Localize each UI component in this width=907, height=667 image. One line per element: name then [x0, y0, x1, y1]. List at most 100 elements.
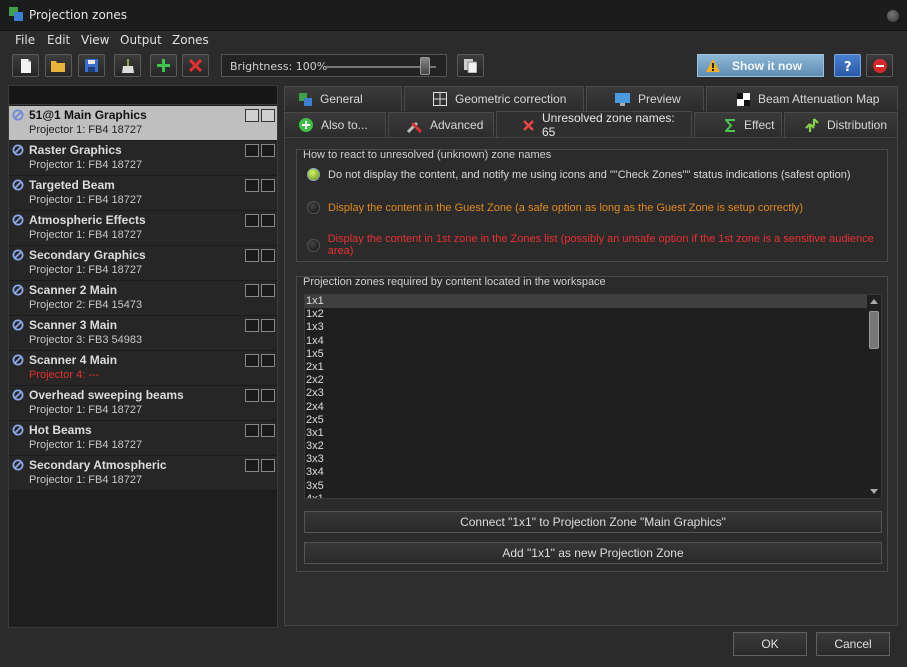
- zone-output-toggle[interactable]: [261, 144, 275, 157]
- zone-output-toggle[interactable]: [245, 179, 259, 192]
- zone-output-toggle[interactable]: [245, 354, 259, 367]
- required-zones-scrollbar[interactable]: [867, 295, 881, 498]
- zone-output-toggles: [245, 459, 275, 472]
- zone-filter-input[interactable]: [9, 86, 277, 105]
- required-zone-item[interactable]: 1x5: [305, 348, 881, 361]
- scroll-up-arrow-icon[interactable]: [870, 299, 878, 304]
- scroll-thumb[interactable]: [869, 311, 879, 349]
- required-zone-item[interactable]: 3x2: [305, 440, 881, 453]
- required-zone-item[interactable]: 2x4: [305, 401, 881, 414]
- option-do-not-display[interactable]: Do not display the content, and notify m…: [307, 168, 851, 181]
- show-it-now-button[interactable]: Show it now: [697, 54, 824, 77]
- required-zone-item[interactable]: 2x3: [305, 387, 881, 400]
- zone-output-toggle[interactable]: [245, 459, 259, 472]
- zone-list-item[interactable]: 51@1 Main Graphics Projector 1: FB4 18727: [9, 106, 277, 141]
- zone-output-toggle[interactable]: [245, 144, 259, 157]
- stop-button[interactable]: [866, 54, 893, 77]
- cancel-button[interactable]: Cancel: [816, 632, 890, 656]
- zone-disabled-icon: [12, 179, 24, 191]
- zone-output-toggle[interactable]: [261, 109, 275, 122]
- tab-advanced[interactable]: Advanced: [388, 112, 494, 137]
- save-button[interactable]: [78, 54, 105, 77]
- connect-zone-button[interactable]: Connect "1x1" to Projection Zone "Main G…: [304, 511, 882, 533]
- zone-list-item[interactable]: Raster Graphics Projector 1: FB4 18727: [9, 141, 277, 176]
- zone-list-item[interactable]: Scanner 2 Main Projector 2: FB4 15473: [9, 281, 277, 316]
- help-button[interactable]: ?: [834, 54, 861, 77]
- required-zone-item[interactable]: 4x1: [305, 493, 881, 498]
- required-zone-item[interactable]: 2x1: [305, 361, 881, 374]
- zone-output-toggle[interactable]: [261, 459, 275, 472]
- copy-button[interactable]: [457, 54, 484, 77]
- zone-list-item[interactable]: Secondary Atmospheric Projector 1: FB4 18…: [9, 456, 277, 491]
- zone-list-item[interactable]: Hot Beams Projector 1: FB4 18727: [9, 421, 277, 456]
- window-close-button[interactable]: [887, 10, 899, 22]
- zone-output-toggle[interactable]: [261, 319, 275, 332]
- tab-general[interactable]: General: [284, 86, 402, 111]
- zone-output-toggle[interactable]: [261, 284, 275, 297]
- zone-output-toggle[interactable]: [245, 389, 259, 402]
- red-x-icon: [523, 119, 534, 131]
- tab-also-to[interactable]: Also to...: [284, 112, 386, 137]
- option-first-zone[interactable]: Display the content in 1st zone in the Z…: [307, 233, 887, 257]
- tab-unresolved-zone-names[interactable]: Unresolved zone names: 65: [496, 111, 692, 139]
- zone-output-toggle[interactable]: [245, 214, 259, 227]
- zone-output-toggle[interactable]: [245, 424, 259, 437]
- zone-output-toggle[interactable]: [261, 424, 275, 437]
- tab-preview[interactable]: Preview: [586, 86, 704, 111]
- required-zones-group: Projection zones required by content loc…: [296, 276, 888, 572]
- zone-output-toggle[interactable]: [261, 179, 275, 192]
- required-zone-item[interactable]: 3x3: [305, 453, 881, 466]
- required-zone-item[interactable]: 1x1: [305, 295, 881, 309]
- menu-file[interactable]: File: [15, 33, 35, 47]
- menu-output[interactable]: Output: [120, 33, 162, 47]
- option-guest-zone[interactable]: Display the content in the Guest Zone (a…: [307, 201, 803, 214]
- zone-output-toggle[interactable]: [261, 354, 275, 367]
- zone-output-toggle[interactable]: [261, 249, 275, 262]
- radio-guest-zone[interactable]: [307, 201, 320, 214]
- required-zone-item[interactable]: 3x5: [305, 480, 881, 493]
- delete-zone-button[interactable]: [182, 54, 209, 77]
- menu-edit[interactable]: Edit: [47, 33, 70, 47]
- zone-output-toggle[interactable]: [261, 214, 275, 227]
- tab-geometric-correction[interactable]: Geometric correction: [404, 86, 584, 111]
- required-zone-item[interactable]: 1x2: [305, 308, 881, 321]
- zone-list-item[interactable]: Secondary Graphics Projector 1: FB4 18727: [9, 246, 277, 281]
- clean-button[interactable]: [114, 54, 141, 77]
- add-zone-button[interactable]: [150, 54, 177, 77]
- required-zone-item[interactable]: 1x3: [305, 321, 881, 334]
- show-it-now-label: Show it now: [732, 58, 802, 73]
- required-zone-item[interactable]: 3x4: [305, 466, 881, 479]
- zone-output-toggle[interactable]: [245, 109, 259, 122]
- required-zone-item[interactable]: 3x1: [305, 427, 881, 440]
- add-as-new-zone-button[interactable]: Add "1x1" as new Projection Zone: [304, 542, 882, 564]
- zone-output-toggle[interactable]: [245, 249, 259, 262]
- scroll-down-arrow-icon[interactable]: [870, 489, 878, 494]
- brightness-slider-thumb[interactable]: [420, 57, 430, 75]
- new-button[interactable]: [12, 54, 39, 77]
- radio-do-not-display[interactable]: [307, 168, 320, 181]
- tab-effect[interactable]: Effect: [694, 112, 782, 137]
- zone-projector: Projector 1: FB4 18727: [29, 474, 143, 486]
- required-zone-item[interactable]: 1x4: [305, 335, 881, 348]
- zone-disabled-icon: [12, 284, 24, 296]
- ok-button[interactable]: OK: [733, 632, 807, 656]
- zone-list-item[interactable]: Scanner 3 Main Projector 3: FB3 54983: [9, 316, 277, 351]
- zone-list-item[interactable]: Overhead sweeping beams Projector 1: FB4 …: [9, 386, 277, 421]
- zone-output-toggle[interactable]: [245, 319, 259, 332]
- tab-beam-attenuation-map[interactable]: Beam Attenuation Map: [706, 86, 898, 111]
- zone-list-item[interactable]: Scanner 4 Main Projector 4: ---: [9, 351, 277, 386]
- tab-distribution[interactable]: Distribution: [784, 112, 898, 137]
- react-options-title: How to react to unresolved (unknown) zon…: [303, 149, 552, 161]
- zone-output-toggle[interactable]: [261, 389, 275, 402]
- zone-output-toggle[interactable]: [245, 284, 259, 297]
- radio-first-zone[interactable]: [307, 238, 320, 252]
- zone-list-item[interactable]: Atmospheric Effects Projector 1: FB4 1872…: [9, 211, 277, 246]
- required-zone-item[interactable]: 2x5: [305, 414, 881, 427]
- required-zones-list[interactable]: 1x1 1x2 1x3 1x4 1x5 2x1 2x2 2x3 2x4 2x5 3x1 3x2 3x3 3…: [304, 294, 882, 499]
- open-button[interactable]: [45, 54, 72, 77]
- required-zone-item[interactable]: 2x2: [305, 374, 881, 387]
- menu-zones[interactable]: Zones: [172, 33, 209, 47]
- zone-projector: Projector 1: FB4 18727: [29, 439, 143, 451]
- zone-list-item[interactable]: Targeted Beam Projector 1: FB4 18727: [9, 176, 277, 211]
- menu-view[interactable]: View: [81, 33, 109, 47]
